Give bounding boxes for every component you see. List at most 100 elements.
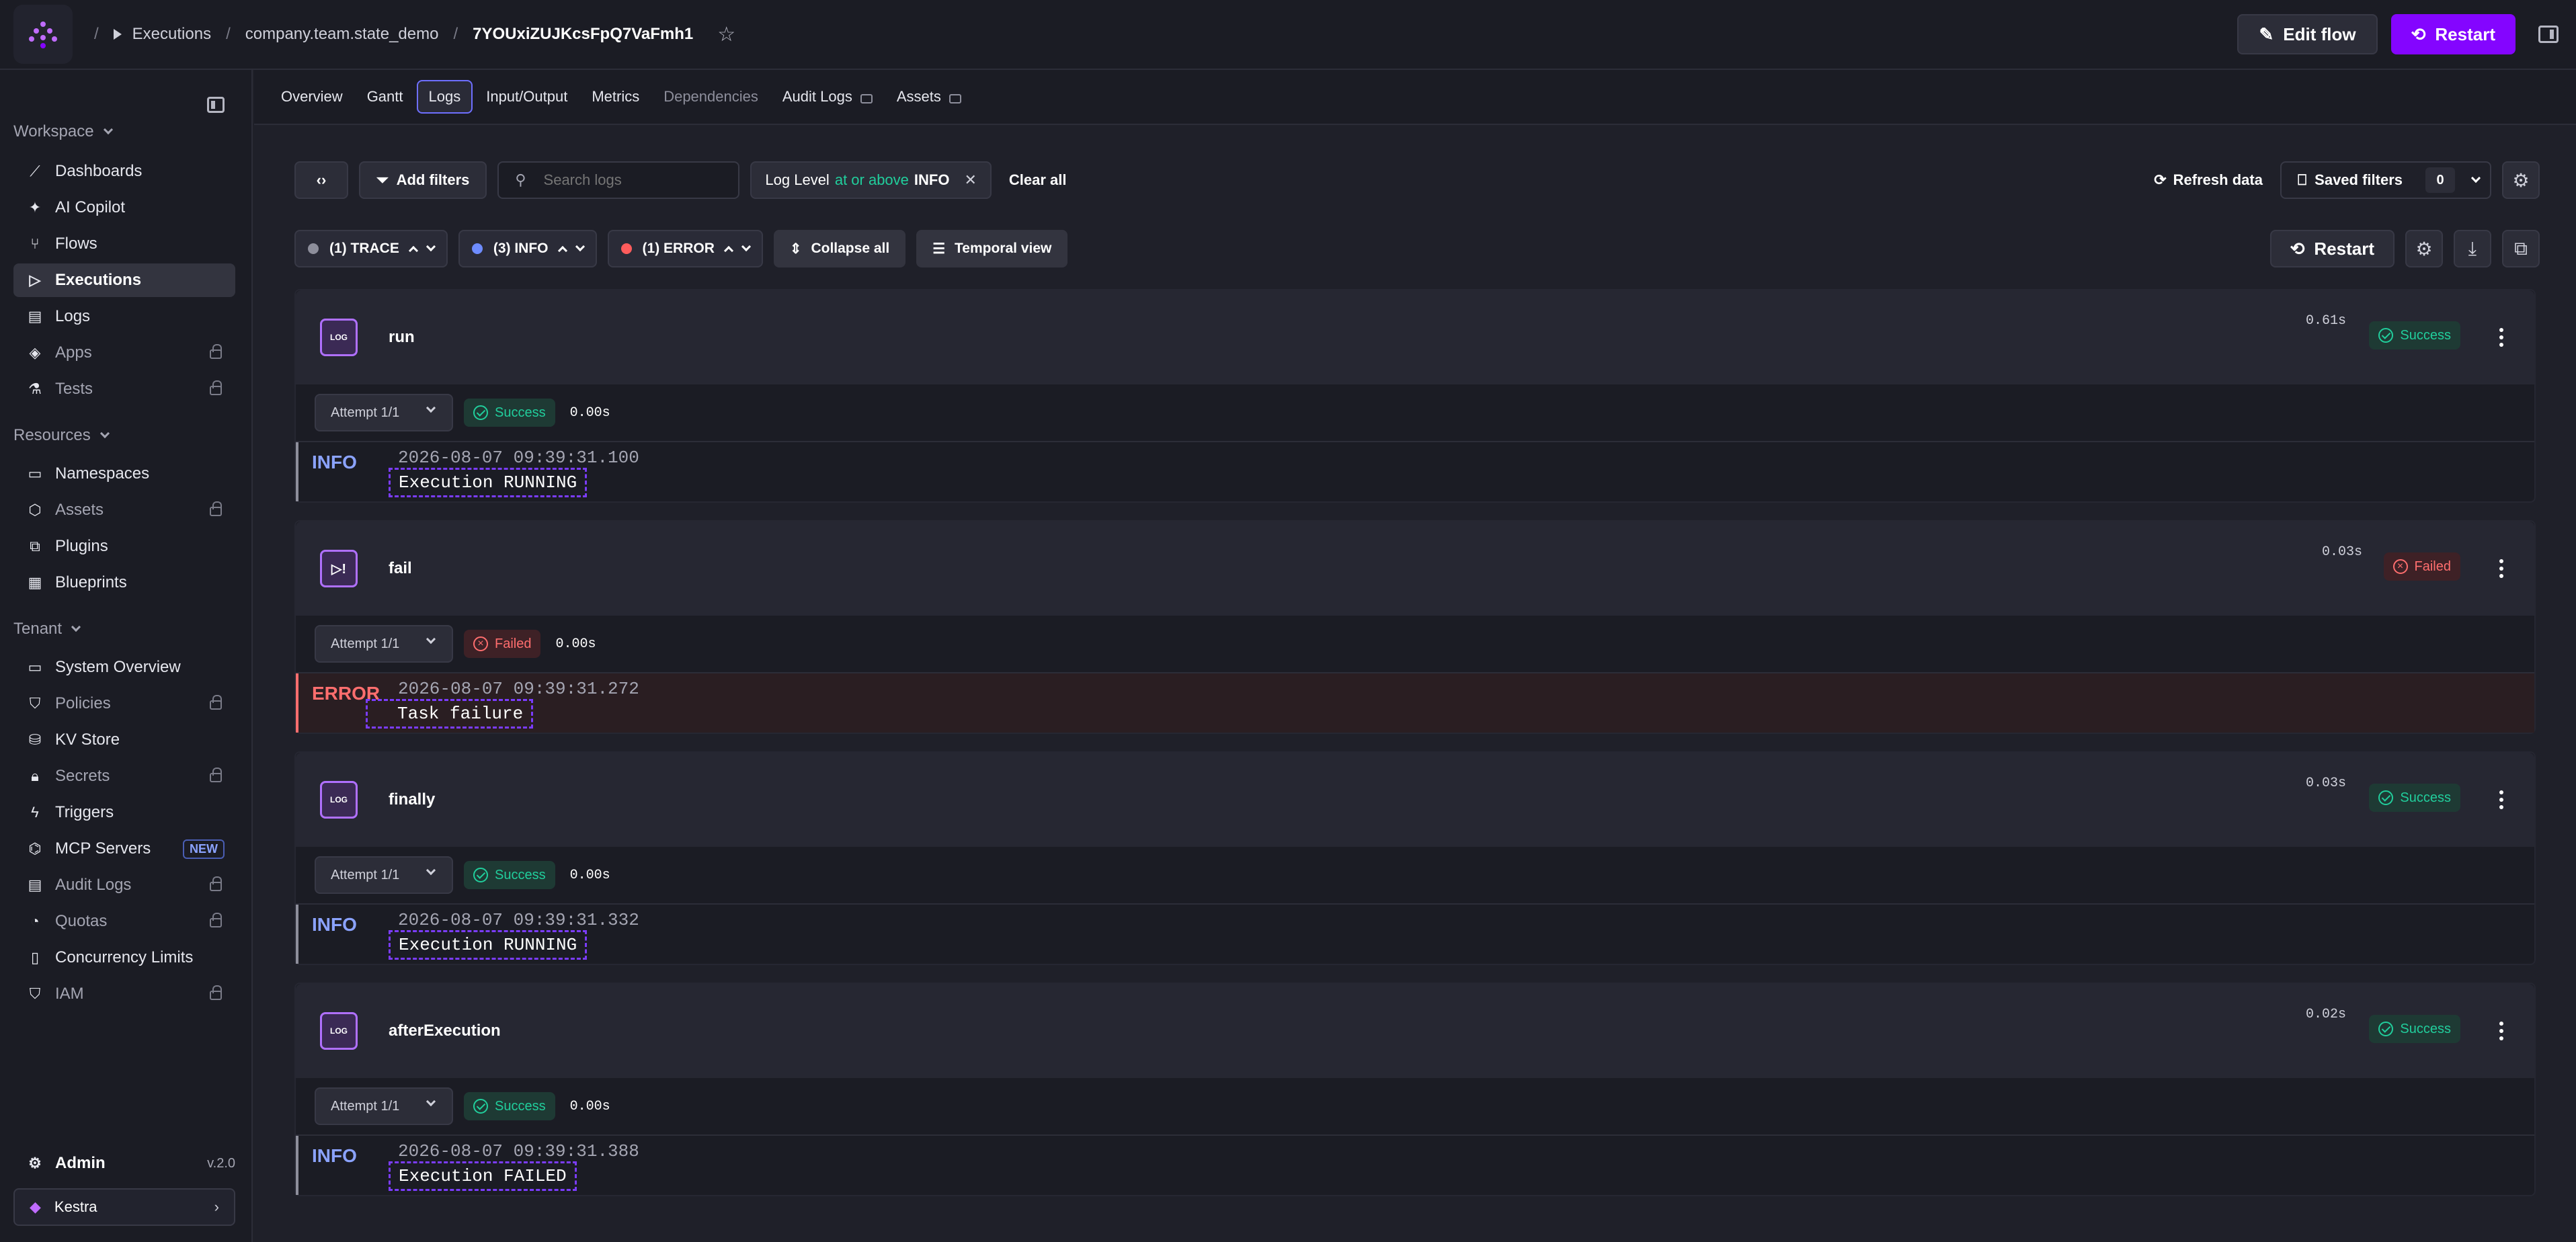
sidebar-item-dashboards[interactable]: ⟋ Dashboards [13,155,235,188]
sidebar-item-system-overview[interactable]: ▭ System Overview [13,651,235,684]
attempt-select[interactable]: Attempt 1/1 [315,856,453,894]
chevron-down-icon[interactable] [426,241,436,252]
filter-settings-button[interactable]: ⚙ [2502,161,2540,199]
log-line[interactable]: INFO 2026-08-07 09:39:31.332 Execution R… [296,905,2534,964]
tenant-switcher[interactable]: ◆ Kestra › [13,1188,235,1226]
saved-filters-button[interactable]: ⎕ Saved filters 0 [2280,161,2491,199]
restart-logs-button[interactable]: ⟲ Restart [2269,230,2394,267]
task-header[interactable]: LOG afterExecution 0.02s Success [296,984,2534,1078]
sidebar-item-triggers[interactable]: ϟ Triggers [13,796,235,829]
sidebar-item-ai-copilot[interactable]: ✦ AI Copilot [13,191,235,224]
tab-overview[interactable]: Overview [270,80,354,114]
sidebar-item-executions[interactable]: ▷ Executions [13,263,235,297]
chevron-up-icon[interactable] [557,245,567,256]
more-options-icon[interactable] [2499,328,2503,347]
log-timestamp: 2026-08-07 09:39:31.332 [398,910,639,930]
attempt-duration: 0.00s [569,867,610,883]
sidebar-item-concurrency-limits[interactable]: ▯ Concurrency Limits [13,941,235,975]
breadcrumb-executions[interactable]: Executions [132,25,211,44]
section-workspace[interactable]: Workspace [13,122,113,141]
error-dot-icon [620,243,632,254]
star-icon[interactable]: ☆ [717,23,735,46]
attempt-select[interactable]: Attempt 1/1 [315,394,453,431]
level-info-navigator[interactable]: (3) INFO [458,230,597,267]
log-level-bar: (1) TRACE (3) INFO (1) ERROR ⇕ Collapse a… [294,230,2540,267]
task-name: afterExecution [389,1022,501,1040]
log-line[interactable]: ERROR 2026-08-07 09:39:31.272 Task failu… [296,673,2534,733]
tab-dependencies[interactable]: Dependencies [653,80,769,114]
level-trace-navigator[interactable]: (1) TRACE [294,230,448,267]
sidebar-item-kv-store[interactable]: ⛁ KV Store [13,723,235,757]
close-icon[interactable]: ✕ [964,171,976,189]
level-label: (1) TRACE [329,241,399,256]
log-line[interactable]: INFO 2026-08-07 09:39:31.388 Execution F… [296,1136,2534,1195]
sidebar-item-policies[interactable]: ⛉ Policies [13,687,235,720]
battery-icon: ▯ [30,949,40,966]
more-options-icon[interactable] [2499,559,2503,578]
collapse-all-button[interactable]: ⇕ Collapse all [773,230,906,267]
tab-assets[interactable]: Assets [886,80,972,114]
tab-input-output[interactable]: Input/Output [475,80,578,114]
collapse-icon: ⇕ [789,241,802,257]
kestra-logo[interactable] [13,5,73,64]
copy-button[interactable]: ⧉ [2502,230,2540,267]
tab-logs[interactable]: Logs [416,80,473,114]
clear-all-button[interactable]: Clear all [1009,171,1067,189]
attempt-row: Attempt 1/1 × Failed 0.00s [296,616,2534,673]
search-logs-field[interactable]: ⚲ [497,161,740,199]
code-view-button[interactable]: ‹› [294,161,348,199]
folder-icon: ▭ [28,465,42,482]
more-options-icon[interactable] [2499,1022,2503,1040]
chevron-down-icon[interactable] [741,241,751,252]
sidebar-item-tests[interactable]: ⚗ Tests [13,372,235,406]
sidebar-item-logs[interactable]: ▤ Logs [13,300,235,333]
download-button[interactable]: ⤓ [2454,230,2491,267]
status-label: Failed [2414,558,2451,574]
more-options-icon[interactable] [2499,790,2503,809]
sidebar-item-assets[interactable]: ⬡ Assets [13,493,235,527]
tab-audit-logs[interactable]: Audit Logs [772,80,883,114]
chevron-up-icon[interactable] [408,245,418,256]
sidebar-item-secrets[interactable]: 🔒︎ Secrets [13,759,235,793]
gear-icon: ⚙ [2512,169,2530,191]
check-circle-icon [473,1099,488,1114]
chevron-down-icon[interactable] [575,241,585,252]
sidebar-item-blueprints[interactable]: ▦ Blueprints [13,566,235,599]
chevron-up-icon[interactable] [723,245,733,256]
sidebar-item-namespaces[interactable]: ▭ Namespaces [13,457,235,491]
refresh-data-button[interactable]: ⟳ Refresh data [2154,171,2263,189]
sidebar-item-admin[interactable]: ⚙ Admin v.2.0 [13,1147,235,1180]
sidebar-item-plugins[interactable]: ⧉ Plugins [13,530,235,563]
sidebar-item-audit-logs[interactable]: ▤ Audit Logs [13,868,235,902]
edit-flow-label: Edit flow [2283,24,2356,44]
search-input[interactable] [543,171,712,189]
tab-metrics[interactable]: Metrics [581,80,650,114]
section-resources[interactable]: Resources [13,426,110,445]
temporal-view-button[interactable]: ☰ Temporal view [916,230,1068,267]
sidebar-item-flows[interactable]: ⑂ Flows [13,227,235,261]
restart-button[interactable]: ⟲ Restart [2390,14,2515,54]
tab-gantt[interactable]: Gantt [356,80,414,114]
level-error-navigator[interactable]: (1) ERROR [607,230,763,267]
attempt-duration: 0.00s [569,405,610,421]
attempt-select[interactable]: Attempt 1/1 [315,625,453,663]
breadcrumb-namespace[interactable]: company.team.state_demo [245,25,439,44]
sidebar-item-mcp-servers[interactable]: ⌬ MCP Servers NEW [13,832,235,866]
attempt-select[interactable]: Attempt 1/1 [315,1087,453,1125]
sidebar-item-apps[interactable]: ◈ Apps [13,336,235,370]
log-level-filter-chip[interactable]: Log Level at or above INFO ✕ [750,161,992,199]
sidebar-item-quotas[interactable]: ◔ Quotas [13,905,235,938]
add-filters-label: Add filters [396,171,470,188]
add-filters-button[interactable]: ⏷ Add filters [359,161,487,199]
sidebar-item-iam[interactable]: ⛉ IAM [13,977,235,1011]
section-tenant[interactable]: Tenant [13,620,81,638]
task-header[interactable]: LOG run 0.61s Success [296,290,2534,384]
chevron-down-icon [71,622,81,632]
edit-flow-button[interactable]: ✎ Edit flow [2237,14,2378,54]
task-header[interactable]: ▷! fail 0.03s × Failed [296,522,2534,616]
sidebar-collapse-icon[interactable] [207,97,225,113]
task-header[interactable]: LOG finally 0.03s Success [296,753,2534,847]
log-line[interactable]: INFO 2026-08-07 09:39:31.100 Execution R… [296,442,2534,501]
log-settings-button[interactable]: ⚙ [2405,230,2443,267]
right-panel-toggle-icon[interactable] [2538,26,2559,43]
